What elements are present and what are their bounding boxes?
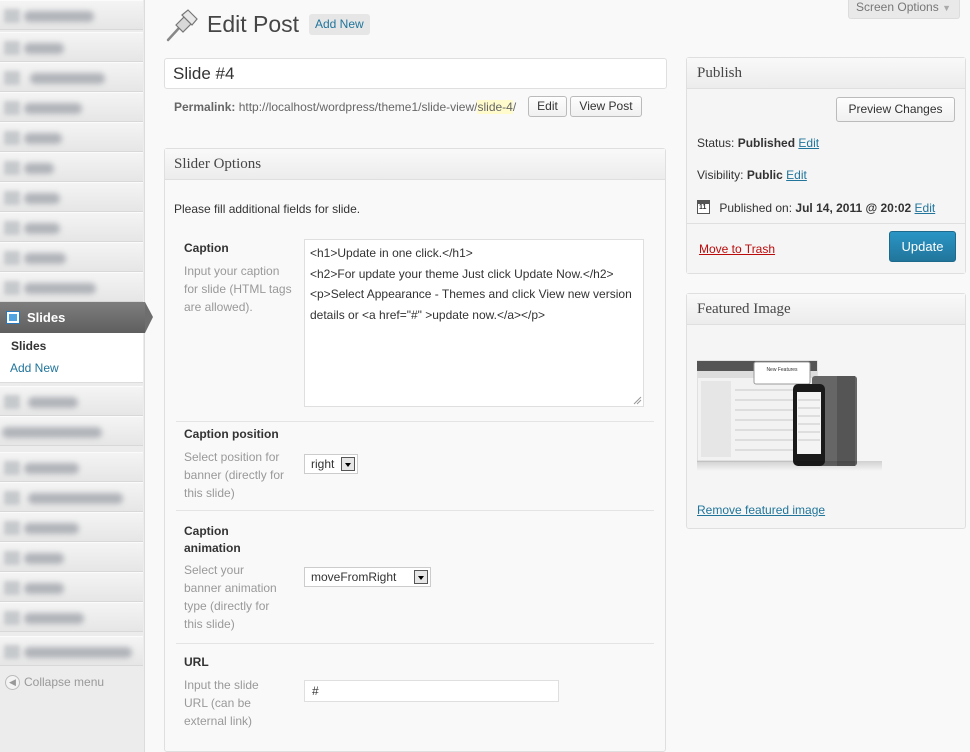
menu-item-testimonials[interactable] bbox=[0, 62, 143, 92]
current-menu-arrow bbox=[145, 302, 153, 333]
pushpin-icon bbox=[166, 9, 198, 42]
collapse-menu-label: Collapse menu bbox=[24, 675, 105, 689]
caption-description: Input your caption for slide (HTML tags … bbox=[184, 264, 292, 314]
chevron-down-icon: ▼ bbox=[942, 3, 951, 13]
permalink-end: / bbox=[512, 100, 517, 114]
visibility-value: Public bbox=[746, 168, 783, 182]
visibility-row: Visibility: Public Edit bbox=[697, 168, 807, 182]
slider-options-heading: Slider Options bbox=[165, 149, 665, 180]
publish-box: Publish Preview Changes Status: Publishe… bbox=[686, 57, 966, 274]
featured-image-box: Featured Image New Features Remove featu… bbox=[686, 293, 966, 529]
published-label: Published on: bbox=[719, 201, 793, 215]
screen-options-label: Screen Options bbox=[856, 0, 939, 14]
permalink: Permalink: http://localhost/wordpress/th… bbox=[174, 100, 516, 114]
menu-item-slides-label: Slides bbox=[27, 310, 66, 325]
menu-item-tools[interactable] bbox=[0, 572, 143, 602]
screen-options-toggle[interactable]: Screen Options ▼ bbox=[848, 0, 960, 19]
published-value: Jul 14, 2011 @ 20:02 bbox=[795, 201, 912, 215]
admin-sidebar: Slides Slides Add New ◀ Collapse menu bbox=[0, 0, 153, 752]
menu-item-our-team[interactable] bbox=[0, 152, 143, 182]
preview-changes-button[interactable]: Preview Changes bbox=[836, 97, 955, 122]
permalink-slug[interactable]: slide-4 bbox=[477, 100, 513, 114]
calendar-icon bbox=[697, 200, 710, 214]
menu-item-plugins[interactable] bbox=[0, 512, 143, 542]
caption-animation-description: Select your banner animation type (direc… bbox=[184, 563, 277, 631]
permalink-base: http://localhost/wordpress/theme1/slide-… bbox=[238, 100, 478, 114]
remove-featured-image-link[interactable]: Remove featured image bbox=[697, 503, 825, 517]
menu-item-faq[interactable] bbox=[0, 122, 143, 152]
published-on-row: Published on: Jul 14, 2011 @ 20:02 Edit bbox=[697, 200, 935, 215]
url-description: Input the slide URL (can be external lin… bbox=[184, 678, 259, 728]
menu-item-slides[interactable]: Slides bbox=[0, 302, 153, 333]
featured-image-thumbnail[interactable]: New Features bbox=[697, 356, 882, 471]
caption-label: Caption bbox=[184, 241, 229, 255]
caption-animation-value: moveFromRight bbox=[311, 570, 397, 584]
menu-item-portfolio[interactable] bbox=[0, 386, 143, 416]
chevron-down-icon bbox=[414, 570, 428, 584]
thumb-caption: New Features bbox=[766, 367, 798, 373]
caption-textarea[interactable]: <h1>Update in one click.</h1> <h2>For up… bbox=[304, 239, 644, 407]
move-to-trash-link[interactable]: Move to Trash bbox=[699, 242, 775, 256]
menu-item-theme-options[interactable] bbox=[0, 482, 143, 512]
view-post-button[interactable]: View Post bbox=[570, 96, 642, 117]
post-title-input[interactable]: Slide #4 bbox=[164, 58, 667, 89]
menu-item-settings[interactable] bbox=[0, 602, 143, 632]
caption-animation-label: Caption animation bbox=[184, 524, 241, 555]
permalink-label: Permalink: bbox=[174, 100, 236, 114]
caption-position-description: Select position for banner (directly for… bbox=[184, 450, 285, 500]
add-new-button[interactable]: Add New bbox=[309, 14, 370, 35]
caption-position-label: Caption position bbox=[184, 427, 279, 441]
url-input[interactable]: # bbox=[304, 680, 559, 702]
slides-icon bbox=[6, 311, 20, 324]
status-label: Status: bbox=[697, 136, 735, 150]
status-value: Published bbox=[737, 136, 796, 150]
status-row: Status: Published Edit bbox=[697, 136, 819, 150]
url-label: URL bbox=[184, 655, 209, 669]
field-divider bbox=[176, 421, 654, 422]
field-divider bbox=[176, 643, 654, 644]
submenu-item-add-new[interactable]: Add New bbox=[10, 361, 59, 375]
menu-item-blurred-1[interactable] bbox=[0, 416, 143, 446]
menu-item-plugin-extra[interactable] bbox=[0, 636, 143, 666]
caption-position-select[interactable]: right bbox=[304, 454, 358, 474]
edit-date-link[interactable]: Edit bbox=[915, 201, 936, 215]
caption-animation-select[interactable]: moveFromRight bbox=[304, 567, 431, 587]
edit-status-link[interactable]: Edit bbox=[798, 136, 819, 150]
menu-item-users[interactable] bbox=[0, 542, 143, 572]
slides-submenu: Slides Add New bbox=[0, 333, 143, 383]
collapse-arrow-icon: ◀ bbox=[5, 675, 20, 691]
visibility-label: Visibility: bbox=[697, 168, 744, 182]
menu-item-dashboard[interactable] bbox=[0, 0, 143, 30]
field-divider bbox=[176, 510, 654, 511]
menu-item-media[interactable] bbox=[0, 182, 143, 212]
menu-item-posts[interactable] bbox=[0, 32, 143, 62]
slider-options-intro: Please fill additional fields for slide. bbox=[174, 202, 361, 216]
edit-visibility-link[interactable]: Edit bbox=[786, 168, 807, 182]
update-button[interactable]: Update bbox=[889, 231, 956, 262]
menu-item-comments[interactable] bbox=[0, 272, 143, 302]
edit-permalink-button[interactable]: Edit bbox=[528, 96, 567, 117]
publish-heading: Publish bbox=[687, 58, 965, 89]
submenu-item-slides[interactable]: Slides bbox=[11, 339, 46, 353]
resize-handle-icon[interactable] bbox=[633, 396, 642, 405]
menu-item-pages[interactable] bbox=[0, 242, 143, 272]
page-title: Edit Post bbox=[207, 11, 300, 37]
menu-item-appearance[interactable] bbox=[0, 452, 143, 482]
caption-position-value: right bbox=[311, 457, 335, 471]
collapse-menu[interactable]: ◀ Collapse menu bbox=[5, 675, 105, 691]
menu-item-services[interactable] bbox=[0, 92, 143, 122]
menu-item-links[interactable] bbox=[0, 212, 143, 242]
featured-image-heading: Featured Image bbox=[687, 294, 965, 325]
chevron-down-icon bbox=[341, 457, 355, 471]
